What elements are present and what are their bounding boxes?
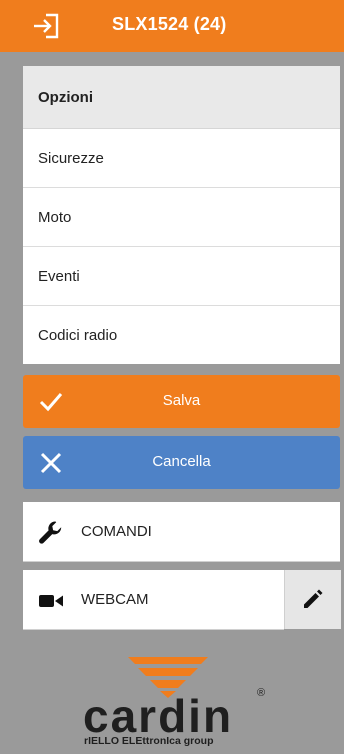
menu-item-eventi[interactable]: Eventi	[23, 247, 340, 306]
cancel-button[interactable]: Cancella	[23, 436, 340, 489]
pencil-icon	[304, 589, 323, 608]
login-icon[interactable]	[32, 13, 60, 39]
options-header: Opzioni	[23, 66, 340, 129]
cancel-label: Cancella	[152, 453, 211, 470]
save-label: Salva	[162, 392, 201, 409]
wrench-icon	[39, 521, 62, 544]
menu-item-codici-radio[interactable]: Codici radio	[23, 306, 340, 364]
cardin-logo: cardin ® rIELLO ELEttronIca group	[80, 652, 275, 748]
cardin-logo-graphic: cardin ® rIELLO ELEttronIca group	[83, 657, 265, 747]
video-camera-icon	[39, 595, 63, 607]
webcam-edit-button[interactable]	[284, 570, 341, 629]
comandi-label: COMANDI	[81, 523, 152, 540]
options-menu: Opzioni Sicurezze Moto Eventi Codici rad…	[23, 66, 340, 364]
menu-item-moto[interactable]: Moto	[23, 188, 340, 247]
save-button[interactable]: Salva	[23, 375, 340, 428]
top-bar: SLX1524 (24)	[0, 0, 344, 52]
menu-item-sicurezze[interactable]: Sicurezze	[23, 129, 340, 188]
comandi-button[interactable]: COMANDI	[23, 502, 340, 562]
cardin-tagline: rIELLO ELEttronIca group	[84, 735, 214, 747]
registered-mark: ®	[257, 687, 265, 699]
webcam-button[interactable]: WEBCAM	[23, 570, 284, 630]
device-title: SLX1524 (24)	[112, 14, 227, 34]
webcam-label: WEBCAM	[81, 591, 149, 608]
